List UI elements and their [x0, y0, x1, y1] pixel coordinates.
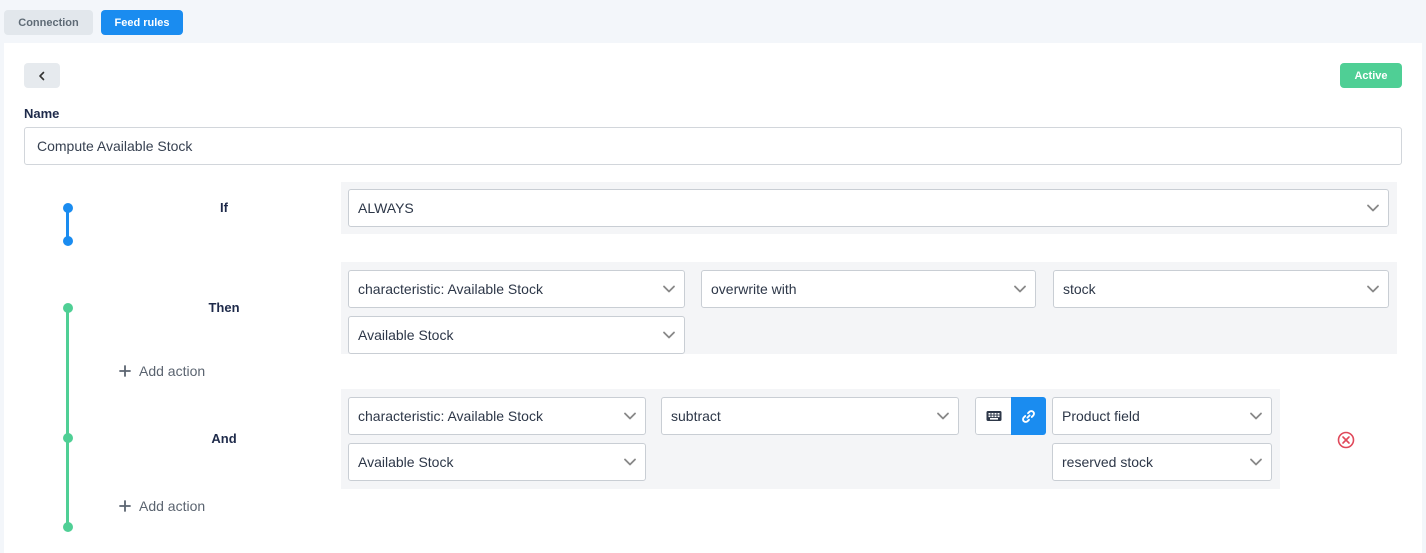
- chevron-down-icon: [1367, 285, 1379, 293]
- chevron-down-icon: [1367, 204, 1379, 212]
- chevron-down-icon: [1250, 412, 1262, 420]
- name-label: Name: [24, 106, 60, 121]
- and-target-select[interactable]: Available Stock: [348, 443, 646, 481]
- chevron-down-icon: [937, 412, 949, 420]
- chevron-down-icon: [1014, 285, 1026, 293]
- plus-icon: [119, 500, 131, 512]
- and-source-field-select[interactable]: reserved stock: [1052, 443, 1272, 481]
- and-field-value: characteristic: Available Stock: [358, 408, 543, 424]
- chevron-down-icon: [663, 285, 675, 293]
- and-label: And: [211, 431, 237, 446]
- tab-feed-rules[interactable]: Feed rules: [101, 10, 183, 35]
- plus-icon: [119, 365, 131, 377]
- add-action-button[interactable]: Add action: [119, 498, 205, 514]
- then-target-select[interactable]: Available Stock: [348, 316, 685, 354]
- and-field-select[interactable]: characteristic: Available Stock: [348, 397, 646, 435]
- rule-editor-panel: Active Name If Then And ALWAYS character…: [4, 43, 1422, 553]
- and-source-field-value: reserved stock: [1062, 454, 1154, 470]
- timeline-dot: [63, 433, 73, 443]
- and-source-type-select[interactable]: Product field: [1052, 397, 1272, 435]
- if-label: If: [220, 200, 228, 215]
- and-operation-value: subtract: [671, 408, 721, 424]
- keyboard-icon: [986, 411, 1001, 421]
- timeline-dot: [63, 303, 73, 313]
- rule-name-input[interactable]: [24, 127, 1402, 165]
- add-action-label: Add action: [139, 498, 206, 514]
- status-badge[interactable]: Active: [1340, 63, 1402, 88]
- then-label: Then: [208, 300, 240, 315]
- then-operation-select[interactable]: overwrite with: [701, 270, 1036, 308]
- manual-value-button[interactable]: [975, 397, 1011, 435]
- field-link-button[interactable]: [1011, 397, 1046, 435]
- and-operation-select[interactable]: subtract: [661, 397, 959, 435]
- circle-x-icon: [1337, 431, 1355, 449]
- remove-action-button[interactable]: [1337, 431, 1355, 449]
- back-button[interactable]: [24, 63, 60, 88]
- timeline-dot: [63, 203, 73, 213]
- value-mode-toggle: [975, 397, 1046, 435]
- then-source-select[interactable]: stock: [1053, 270, 1389, 308]
- chevron-down-icon: [624, 412, 636, 420]
- add-action-button[interactable]: Add action: [119, 363, 205, 379]
- tab-connection[interactable]: Connection: [4, 10, 93, 35]
- and-target-value: Available Stock: [358, 454, 454, 470]
- timeline-actions-line: [66, 309, 69, 529]
- chevron-down-icon: [624, 458, 636, 466]
- if-condition-select[interactable]: ALWAYS: [348, 189, 1389, 227]
- chevron-down-icon: [1250, 458, 1262, 466]
- and-source-type-value: Product field: [1062, 408, 1140, 424]
- chevron-left-icon: [39, 71, 45, 80]
- chevron-down-icon: [663, 331, 675, 339]
- then-operation-value: overwrite with: [711, 281, 797, 297]
- then-field-value: characteristic: Available Stock: [358, 281, 543, 297]
- then-target-value: Available Stock: [358, 327, 454, 343]
- if-condition-value: ALWAYS: [358, 200, 414, 216]
- add-action-label: Add action: [139, 363, 206, 379]
- timeline-dot: [63, 236, 73, 246]
- timeline-dot: [63, 522, 73, 532]
- tab-bar: Connection Feed rules: [0, 0, 1426, 43]
- link-icon: [1022, 409, 1035, 423]
- then-field-select[interactable]: characteristic: Available Stock: [348, 270, 685, 308]
- then-source-value: stock: [1063, 281, 1096, 297]
